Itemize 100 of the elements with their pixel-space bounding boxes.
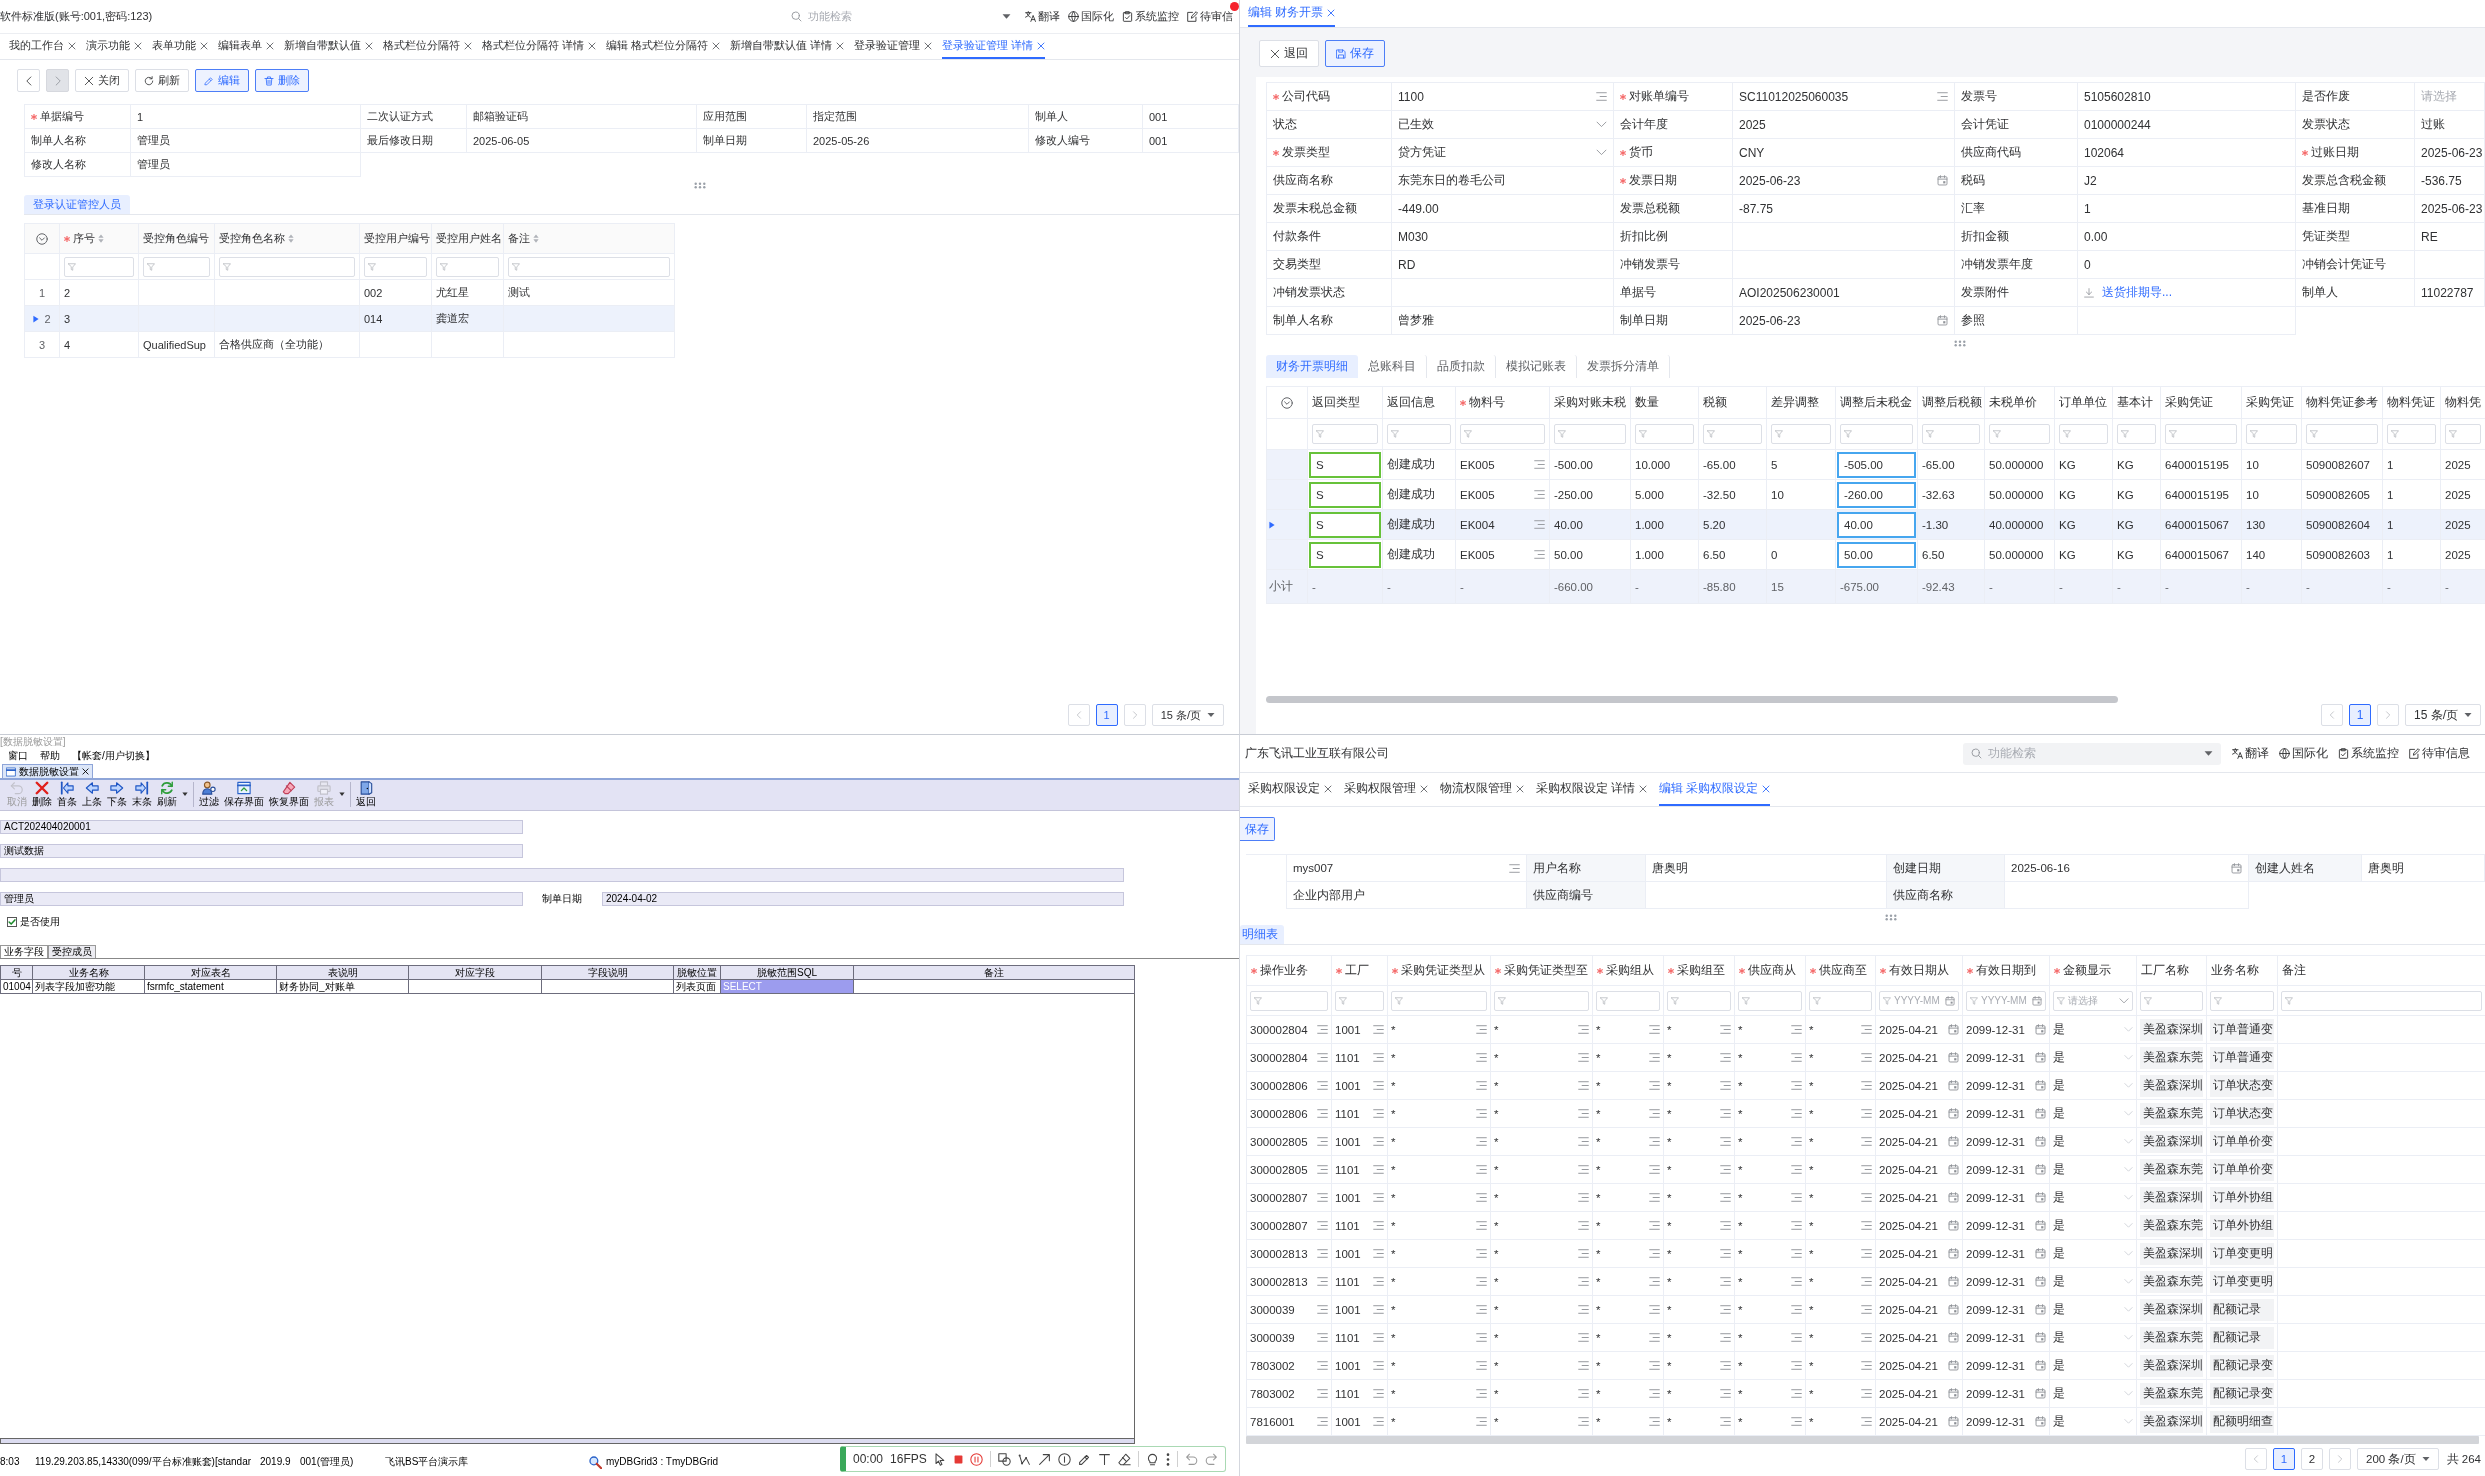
page-button[interactable]: 1 [2349,704,2371,726]
polyline-icon[interactable] [1017,1452,1031,1466]
tab[interactable]: 品质扣款 [1427,355,1496,378]
input-field[interactable]: 曾梦雅 [1392,307,1614,335]
filter-field[interactable] [2117,424,2156,444]
tab[interactable]: 采购权限设定 详情 [1536,773,1648,806]
refresh-button[interactable]: 刷新 [157,781,177,808]
input-field[interactable]: 2024-04-02 [602,892,1124,906]
header-link[interactable]: 国际化 [2279,746,2328,761]
close-button[interactable]: 关闭 [75,69,129,92]
header-link[interactable]: 国际化 [1068,9,1114,24]
input-field[interactable]: RE [2415,223,2485,251]
input-field[interactable]: RD [1392,251,1614,279]
tab[interactable]: 格式栏位分隔符 [383,34,472,59]
input-field[interactable]: 2025-06-23 [2415,195,2485,223]
input-field[interactable]: 5105602810 [2078,83,2296,111]
delete-button[interactable]: 删除 [255,69,309,92]
filter-field[interactable] [1840,424,1913,444]
filter-button[interactable]: 过滤 [199,781,219,808]
input-field[interactable]: 唐奥明 [1646,855,1887,882]
tab[interactable]: 格式栏位分隔符 详情 [482,34,597,59]
undo-icon[interactable] [1184,1452,1198,1466]
input-field[interactable]: 管理员 [0,892,523,906]
header-link[interactable]: 系统监控 [2338,746,2399,761]
tab[interactable]: 表单功能 [152,34,208,59]
input-field[interactable]: 1 [2078,195,2296,223]
input-field[interactable]: 测试数据 [0,844,523,858]
input-field[interactable]: -449.00 [1392,195,1614,223]
next-page-button[interactable] [2329,1448,2352,1470]
filter-field[interactable] [436,256,499,277]
sort-icon[interactable] [288,234,294,243]
document-tab[interactable]: 数据脱敏设置 [2,764,93,778]
filter-field[interactable] [2165,424,2237,444]
input-field[interactable]: 过账 [2415,111,2485,139]
edit-button[interactable]: 编辑 [195,69,249,92]
row-header[interactable] [1266,509,1308,540]
input-field[interactable]: 2025-06-16 [2005,855,2249,882]
filter-field[interactable] [1460,424,1545,444]
filter-field[interactable] [1922,424,1980,444]
row-header[interactable]: 3 [24,331,60,358]
header-link[interactable]: 系统监控 [1122,9,1179,24]
save-layout-button[interactable]: 保存界面 [224,781,264,808]
page-size-select[interactable]: 15 条/页 [1151,704,1224,726]
tab[interactable]: 编辑 格式栏位分隔符 [606,34,721,59]
sort-icon[interactable] [533,234,539,243]
save-button[interactable]: 保存 [1240,817,1275,841]
input-field[interactable] [0,868,1124,882]
delete-button[interactable]: 删除 [32,781,52,808]
filter-field[interactable] [508,256,670,277]
more-icon[interactable] [1165,1452,1170,1466]
scrollbar-thumb[interactable] [1266,696,2118,703]
checkbox[interactable] [7,917,17,927]
input-field[interactable]: 企业内部用户 [1286,882,1527,909]
header-link[interactable]: 翻译 [2232,746,2269,761]
page-size-select[interactable]: 15 条/页 [2405,704,2481,726]
filter-field[interactable] [1335,990,1384,1011]
previous-page-button[interactable] [2321,704,2343,726]
input-field[interactable]: -87.75 [1733,195,1955,223]
eraser-icon[interactable] [1117,1452,1131,1466]
dropdown-button[interactable] [339,791,345,797]
next-page-button[interactable] [2377,704,2399,726]
cursor-icon[interactable] [933,1452,947,1466]
close-icon[interactable] [82,768,89,775]
filter-field[interactable] [1387,424,1451,444]
filter-field[interactable] [1989,424,2050,444]
input-field[interactable]: 东莞东日的卷毛公司 [1392,167,1614,195]
input-field[interactable]: 2025-06-23 [1733,167,1955,195]
save-button[interactable]: 保存 [1325,40,1385,67]
tab[interactable]: 采购权限管理 [1344,773,1428,806]
tab[interactable]: 我的工作台 [9,34,76,59]
input-field[interactable]: 2025 [1733,111,1955,139]
tab[interactable]: 模拟记账表 [1496,355,1577,378]
menu-item[interactable]: 帮助 [40,750,60,762]
input-field[interactable]: 已生效 [1392,111,1614,139]
last-button[interactable]: 末条 [132,781,152,808]
input-field[interactable]: S [1309,511,1381,538]
filter-field[interactable] [1596,990,1660,1011]
input-field[interactable]: 0100000244 [2078,111,2296,139]
tab[interactable]: 采购权限设定 [1248,773,1332,806]
filter-field[interactable] [1809,990,1872,1011]
pause-icon[interactable] [969,1452,983,1466]
menu-item[interactable]: 窗口 [8,750,28,762]
input-field[interactable]: S [1309,481,1381,508]
drag-handle-icon[interactable] [1954,339,1966,347]
input-field[interactable]: ACT202404020001 [0,820,523,834]
filter-field[interactable] [1703,424,1762,444]
input-field[interactable]: 0 [2078,251,2296,279]
filter-field[interactable] [1738,990,1802,1011]
filter-field[interactable] [1667,990,1731,1011]
input-field[interactable]: 102064 [2078,139,2296,167]
row-header[interactable] [1266,449,1308,480]
circle-chevron-icon[interactable] [36,232,48,245]
table-cell[interactable]: fsrmfc_statement [144,979,277,994]
table-cell[interactable]: 01004 [0,979,33,994]
input-field[interactable]: J2 [2078,167,2296,195]
input-field[interactable]: 2025-06-23 [1733,307,1955,335]
header-link[interactable]: 翻译 [1025,9,1060,24]
menu-item[interactable]: 【帐套/用户切换】 [72,750,155,762]
filter-field[interactable] [143,256,210,277]
input-field[interactable]: 唐奥明 [2362,855,2485,882]
